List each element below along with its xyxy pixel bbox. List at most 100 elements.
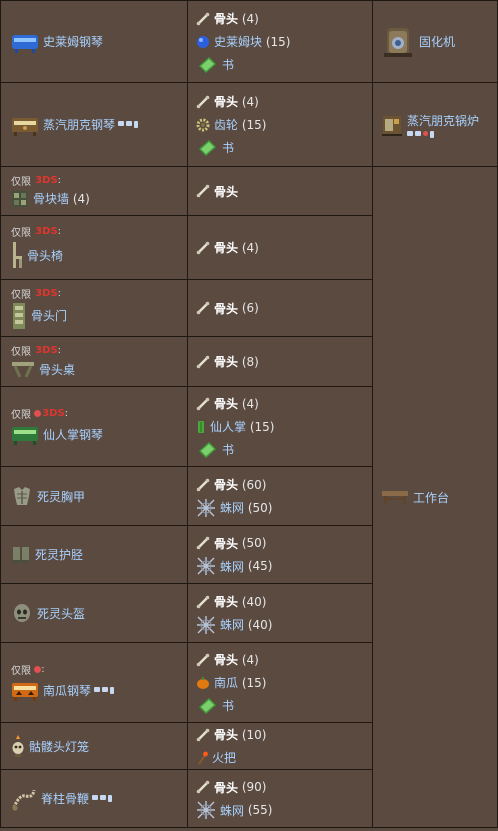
station-link[interactable]: 固化机 (419, 33, 455, 50)
ingredient-link[interactable]: 书 (222, 441, 234, 458)
bone-icon (196, 653, 210, 666)
exclusive-note: 仅限 3DS: (11, 345, 62, 358)
bone-table-icon (12, 362, 34, 378)
station-link[interactable]: 蒸汽朋克锅炉 (407, 114, 479, 128)
ingredient-link[interactable]: 南瓜 (214, 674, 238, 691)
item-link[interactable]: 死灵头盔 (37, 605, 85, 622)
ingredient-qty: (15) (249, 419, 275, 434)
station-cell: 蒸汽朋克锅炉 (372, 82, 498, 167)
ingredient-link[interactable]: 骨头 (214, 779, 238, 796)
skull-lantern-icon (12, 735, 24, 757)
ingredient-link[interactable]: 书 (222, 697, 234, 714)
item-link[interactable]: 死灵胸甲 (37, 488, 85, 505)
pumpkin-piano-icon (12, 683, 38, 701)
item-cell: 仅限 3DS: 骨头门 (0, 279, 188, 337)
item-cell: 仅限 3DS: 仙人掌钢琴 (0, 386, 188, 467)
ingredient-link[interactable]: 骨头 (214, 726, 238, 743)
ingredient-qty: (40) (247, 617, 273, 632)
item-link[interactable]: 史莱姆钢琴 (43, 33, 103, 50)
ingredient-link[interactable]: 骨头 (214, 535, 238, 552)
ingredient-qty: (40) (241, 594, 267, 609)
item-link[interactable]: 骷髅头灯笼 (29, 738, 89, 755)
bone-icon (196, 301, 210, 315)
ingredients-cell: 骨头 (4) (187, 215, 373, 280)
ingredient-qty: (55) (247, 803, 273, 817)
3ds-badge: 3DS (35, 226, 58, 237)
ingredients-cell: 骨头 (10) 火把 (187, 722, 373, 770)
ingredient-qty: (4) (241, 652, 259, 667)
ingredient-link[interactable]: 骨头 (214, 353, 238, 370)
3ds-badge: 3DS (35, 345, 58, 356)
ingredient-qty: (4) (241, 240, 259, 255)
book-icon (199, 139, 216, 156)
ingredients-cell: 骨头 (6) (187, 279, 373, 337)
ingredient-link[interactable]: 骨头 (214, 476, 238, 493)
spinal-tap-icon (12, 789, 36, 811)
ingredient-link[interactable]: 仙人掌 (210, 418, 246, 435)
ingredients-cell: 骨头 (4) 齿轮 (15) 书 (187, 82, 373, 167)
item-link[interactable]: 骨头门 (31, 307, 67, 324)
bone-chair-icon (13, 242, 22, 268)
item-cell: 脊柱骨鞭 (0, 769, 188, 828)
3ds-badge: 3DS (35, 174, 58, 186)
bone-icon (196, 95, 210, 108)
ingredient-link[interactable]: 书 (222, 56, 234, 73)
exclusive-note: 仅限 : (11, 664, 45, 677)
3ds-badge: 3DS (35, 287, 58, 299)
book-icon (199, 56, 216, 73)
ingredient-link[interactable]: 蛛网 (220, 802, 244, 819)
station-link[interactable]: 工作台 (413, 489, 449, 506)
item-link[interactable]: 骨头桌 (39, 361, 75, 378)
ingredient-link[interactable]: 蛛网 (220, 499, 244, 516)
console-icon (94, 686, 101, 692)
recipe-table: 史莱姆钢琴 骨头 (4) 史莱姆块 (15) 书 固化机 蒸汽朋克钢琴 骨头 (… (0, 0, 498, 828)
ingredient-link[interactable]: 骨头 (214, 593, 238, 610)
ingredient-link[interactable]: 骨头 (214, 651, 238, 668)
item-link[interactable]: 脊柱骨鞭 (41, 790, 89, 807)
station-cell: 固化机 (372, 0, 498, 83)
exclusive-note: 仅限 3DS: (11, 408, 69, 421)
ingredient-qty: (60) (241, 477, 267, 492)
item-link[interactable]: 死灵护胫 (35, 546, 83, 563)
ingredient-link[interactable]: 骨头 (214, 300, 238, 317)
exclusive-note: 仅限 3DS: (11, 174, 62, 188)
ingredient-qty: (8) (241, 354, 259, 369)
3ds-badge: 3DS (42, 408, 65, 419)
item-link[interactable]: 骨块墙 (33, 190, 69, 207)
slime-block-icon (197, 35, 209, 48)
ingredient-link[interactable]: 骨头 (214, 10, 238, 27)
necro-helmet-icon (14, 604, 30, 622)
cobweb-icon (197, 801, 215, 819)
item-link[interactable]: 仙人掌钢琴 (43, 426, 103, 443)
ingredient-link[interactable]: 骨头 (214, 395, 238, 412)
gamepad-icon (126, 121, 133, 126)
ingredient-qty: (15) (241, 675, 267, 690)
platform-icons (94, 686, 115, 694)
ingredient-link[interactable]: 骨头 (214, 183, 238, 200)
ingredient-link[interactable]: 骨头 (214, 239, 238, 256)
ingredient-link[interactable]: 骨头 (214, 93, 238, 110)
cobweb-icon (197, 498, 215, 517)
table-row: 史莱姆钢琴 骨头 (4) 史莱姆块 (15) 书 固化机 (0, 0, 498, 83)
ingredients-cell: 骨头 (90) 蛛网 (55) (187, 769, 373, 828)
item-link[interactable]: 蒸汽朋克钢琴 (43, 116, 115, 133)
ingredients-cell: 骨头 (187, 166, 373, 216)
item-cell: 骷髅头灯笼 (0, 722, 188, 770)
item-link[interactable]: 骨头椅 (27, 247, 63, 264)
ingredient-link[interactable]: 书 (222, 139, 234, 156)
ingredient-link[interactable]: 齿轮 (214, 116, 238, 133)
item-cell: 死灵头盔 (0, 583, 188, 643)
ingredient-link[interactable]: 史莱姆块 (214, 33, 262, 50)
ingredient-link[interactable]: 蛛网 (220, 558, 244, 575)
table-row: 仅限 3DS: 骨块墙 (4) 骨头 工作台 (0, 166, 498, 828)
steampunk-boiler-icon (382, 115, 402, 136)
platform-icons (118, 121, 139, 128)
item-link[interactable]: 南瓜钢琴 (43, 682, 91, 699)
item-cell: 史莱姆钢琴 (0, 0, 188, 83)
ingredient-link[interactable]: 蛛网 (220, 616, 244, 633)
cactus-piano-icon (12, 427, 38, 445)
ingredient-link[interactable]: 火把 (212, 749, 236, 766)
item-cell: 死灵胸甲 (0, 466, 188, 526)
station-cell: 工作台 (372, 166, 498, 828)
bone-icon (196, 184, 210, 198)
